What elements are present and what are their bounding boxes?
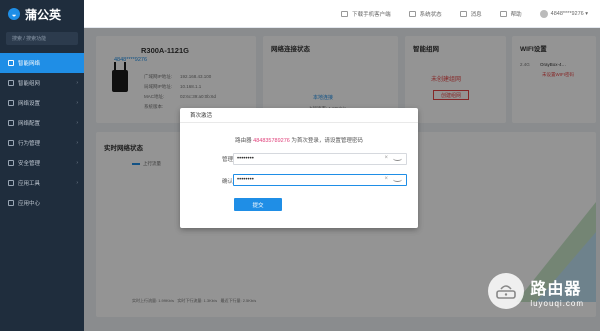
sidebar-item-label: 应用工具 bbox=[18, 181, 41, 187]
router-serial: 484835789276 bbox=[253, 138, 290, 144]
sidebar-item-smart-group[interactable]: 智能组网 › bbox=[0, 73, 84, 93]
watermark-text: 路由器 luyouqi.com bbox=[530, 275, 584, 308]
sidebar-item-smart-network[interactable]: 智能网络 bbox=[0, 53, 84, 73]
confirm-password-value: •••••••• bbox=[237, 177, 254, 183]
eye-icon[interactable] bbox=[393, 177, 402, 182]
watermark: 路由器 luyouqi.com bbox=[488, 273, 584, 309]
message-prefix: 路由器 bbox=[235, 138, 254, 144]
bell-icon bbox=[459, 10, 467, 17]
router-logo-icon bbox=[488, 273, 525, 309]
group-icon bbox=[8, 80, 14, 86]
sidebar-item-label: 智能网络 bbox=[18, 61, 41, 67]
shield-icon bbox=[8, 160, 14, 166]
brand-icon: ◒ bbox=[8, 8, 20, 20]
brand-logo: ◒ 蒲公英 bbox=[0, 0, 84, 28]
eye-icon[interactable] bbox=[393, 156, 402, 161]
clear-icon[interactable]: × bbox=[384, 155, 388, 161]
settings-icon bbox=[8, 100, 14, 106]
avatar bbox=[539, 9, 548, 18]
network-icon bbox=[8, 60, 14, 66]
sidebar: ◒ 蒲公英 搜索 / 搜索功能 智能网络 智能组网 › 网络设置 › 网络配置 › 行为… bbox=[0, 0, 84, 331]
download-client-link[interactable]: 下载手机客户端 bbox=[341, 10, 391, 18]
apps-icon bbox=[8, 200, 14, 206]
first-activation-dialog: 首次激活 路由器 484835789276 为首次登录，请设置管理密码 管理密码… bbox=[180, 108, 418, 228]
system-status-link[interactable]: 系统状态 bbox=[408, 10, 442, 18]
admin-password-value: •••••••• bbox=[237, 156, 254, 162]
sidebar-item-label: 网络配置 bbox=[18, 121, 41, 127]
clear-icon[interactable]: × bbox=[384, 176, 388, 182]
phone-icon bbox=[341, 10, 349, 17]
sidebar-item-tools[interactable]: 应用工具 › bbox=[0, 173, 84, 193]
chevron-right-icon: › bbox=[76, 180, 78, 186]
chevron-right-icon: › bbox=[76, 100, 78, 106]
download-client-label: 下载手机客户端 bbox=[352, 11, 391, 18]
user-menu[interactable]: 4848****9276 ▾ bbox=[539, 9, 588, 18]
messages-link[interactable]: 消息 bbox=[459, 10, 482, 18]
sidebar-item-label: 智能组网 bbox=[18, 81, 41, 87]
sidebar-item-network-settings[interactable]: 网络设置 › bbox=[0, 93, 84, 113]
messages-label: 消息 bbox=[470, 11, 482, 18]
chevron-down-icon: ▾ bbox=[583, 10, 588, 17]
system-status-label: 系统状态 bbox=[419, 11, 442, 18]
sidebar-item-label: 安全管理 bbox=[18, 161, 41, 167]
chevron-right-icon: › bbox=[76, 160, 78, 166]
sidebar-item-label: 网络设置 bbox=[18, 101, 41, 107]
sidebar-item-network-config[interactable]: 网络配置 › bbox=[0, 113, 84, 133]
chevron-right-icon: › bbox=[76, 120, 78, 126]
top-bar: 下载手机客户端 系统状态 消息 帮助 4848****9276 ▾ bbox=[84, 0, 600, 28]
tools-icon bbox=[8, 180, 14, 186]
chevron-right-icon: › bbox=[76, 140, 78, 146]
dialog-message: 路由器 484835789276 为首次登录，请设置管理密码 bbox=[180, 136, 418, 144]
help-link[interactable]: 帮助 bbox=[499, 10, 522, 18]
sidebar-item-label: 应用中心 bbox=[18, 201, 41, 207]
confirm-password-field[interactable]: •••••••• × bbox=[233, 174, 407, 186]
help-icon bbox=[499, 10, 507, 17]
help-label: 帮助 bbox=[510, 11, 522, 18]
sidebar-search-input[interactable]: 搜索 / 搜索功能 bbox=[6, 32, 78, 45]
config-icon bbox=[8, 120, 14, 126]
app-window: ◒ 蒲公英 搜索 / 搜索功能 智能网络 智能组网 › 网络设置 › 网络配置 › 行为… bbox=[0, 0, 600, 331]
watermark-title: 路由器 bbox=[530, 280, 582, 298]
brand-name: 蒲公英 bbox=[25, 7, 62, 22]
sidebar-item-label: 行为管理 bbox=[18, 141, 41, 147]
sidebar-item-behavior[interactable]: 行为管理 › bbox=[0, 133, 84, 153]
behavior-icon bbox=[8, 140, 14, 146]
chevron-right-icon: › bbox=[76, 80, 78, 86]
message-suffix: 为首次登录，请设置管理密码 bbox=[289, 138, 363, 144]
sidebar-item-apps[interactable]: 应用中心 bbox=[0, 193, 84, 213]
monitor-icon bbox=[408, 10, 416, 17]
submit-button[interactable]: 提交 bbox=[234, 198, 282, 211]
dialog-title: 首次激活 bbox=[180, 108, 418, 123]
admin-password-field[interactable]: •••••••• × bbox=[233, 153, 407, 165]
watermark-url: luyouqi.com bbox=[530, 298, 584, 308]
user-name: 4848****9276 bbox=[550, 10, 584, 17]
sidebar-item-security[interactable]: 安全管理 › bbox=[0, 153, 84, 173]
